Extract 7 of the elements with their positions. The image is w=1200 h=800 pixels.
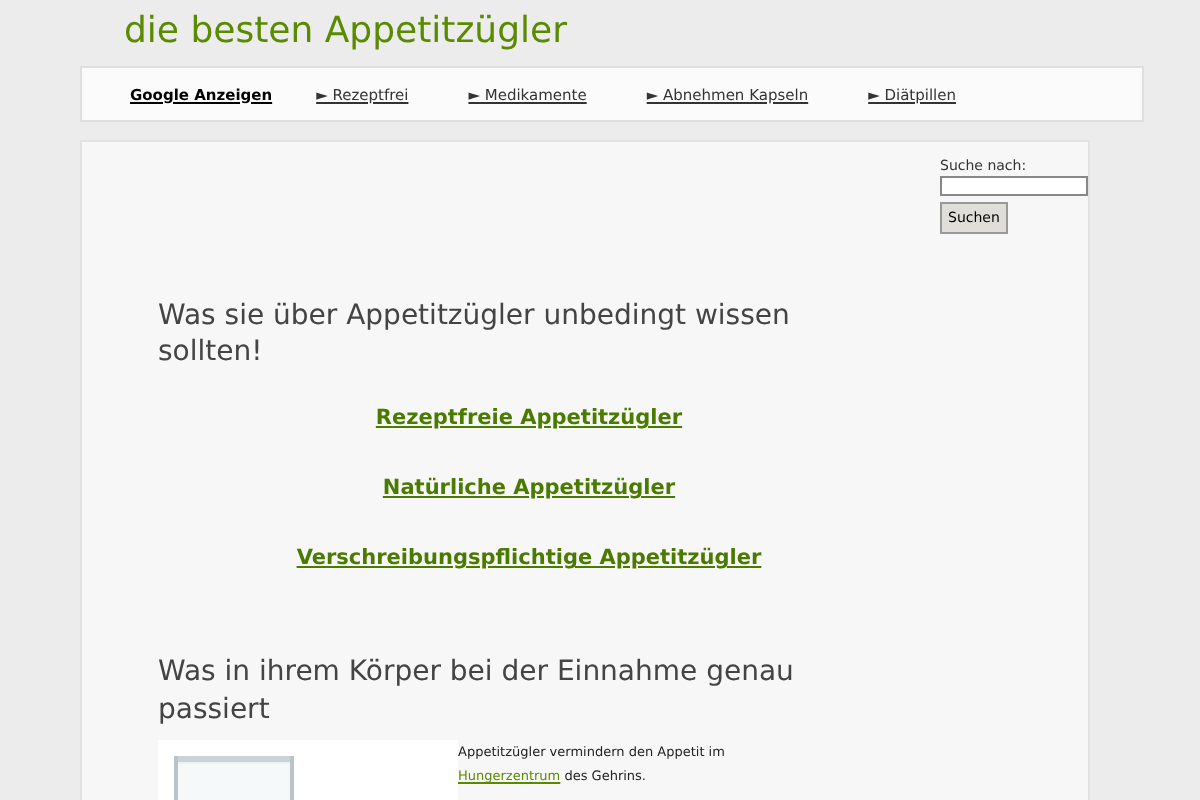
page-heading: Was sie über Appetitzügler unbedingt wissen sollten! [158, 298, 792, 371]
article-link[interactable]: Verschreibungspflichtige Appetitzügler [296, 546, 762, 571]
article-link[interactable]: Rezeptfreie Appetitzügler [375, 406, 683, 431]
article-link[interactable]: Natürliche Appetitzügler [382, 476, 676, 501]
site-title: die besten Appetitzügler [124, 10, 567, 52]
section-heading: Was in ihrem Körper bei der Einnahme genau passiert [158, 654, 796, 728]
search-field[interactable] [940, 176, 1088, 196]
